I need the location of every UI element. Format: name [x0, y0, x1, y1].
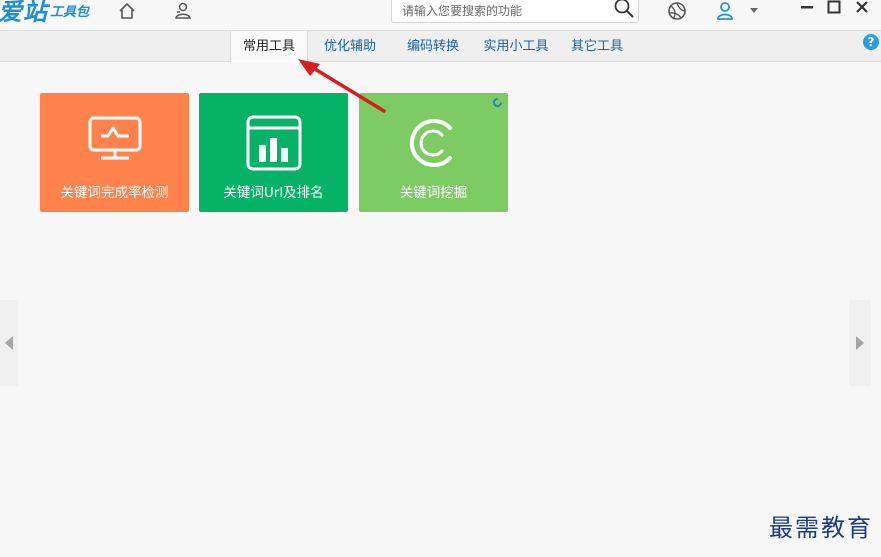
maximize-button[interactable]: [826, 0, 842, 16]
bar-chart-icon: [199, 115, 348, 171]
home-button[interactable]: [116, 0, 138, 22]
skin-button[interactable]: [666, 0, 688, 22]
user-switch-button[interactable]: [172, 0, 194, 22]
tab-utilities[interactable]: 实用小工具: [478, 31, 554, 62]
monitor-icon: [40, 115, 189, 169]
logo-sub-text: 工具包: [50, 5, 90, 20]
title-bar: 360 爱站 工具包: [0, 0, 881, 30]
tab-optimization[interactable]: 优化辅助: [316, 31, 384, 62]
c-logo-icon: [359, 115, 508, 169]
close-button[interactable]: [854, 0, 870, 16]
chevron-down-icon: [750, 8, 758, 13]
home-icon: [119, 3, 135, 19]
tile-keyword-mining[interactable]: 关键词挖掘: [359, 93, 508, 212]
tab-other-tools[interactable]: 其它工具: [564, 31, 630, 62]
search-input[interactable]: [400, 0, 609, 22]
tile-keyword-url-rank[interactable]: 关键词Url及排名: [199, 93, 348, 212]
chevron-left-icon: [5, 336, 13, 350]
user-icon: [717, 2, 733, 20]
tile-label: 关键词挖掘: [399, 185, 468, 201]
prev-page-button[interactable]: [0, 300, 18, 386]
help-icon[interactable]: ?: [863, 34, 879, 50]
minimize-button[interactable]: [799, 0, 815, 16]
maximize-icon: [827, 0, 841, 14]
search-icon[interactable]: [613, 0, 635, 19]
loading-spinner-icon: [493, 98, 502, 107]
tile-label: 关键词完成率检测: [60, 185, 169, 201]
user-switch-icon: [175, 2, 191, 19]
search-box: [391, 0, 639, 23]
tab-bar: 常用工具 优化辅助 编码转换 实用小工具 其它工具 ?: [0, 30, 881, 63]
app-logo: 360 爱站 工具包: [0, 0, 108, 26]
basketball-icon: [668, 2, 686, 20]
tab-encoding[interactable]: 编码转换: [398, 31, 468, 62]
account-button[interactable]: [714, 0, 736, 22]
annotation-arrow: [298, 59, 386, 113]
minimize-icon: [801, 6, 813, 9]
tile-label: 关键词Url及排名: [223, 185, 324, 201]
next-page-button[interactable]: [849, 300, 871, 386]
close-icon: [856, 1, 868, 13]
tile-keyword-completion[interactable]: 关键词完成率检测: [40, 93, 189, 212]
tab-common-tools[interactable]: 常用工具: [230, 31, 308, 63]
account-dropdown[interactable]: [747, 0, 761, 22]
logo-main-text: 爱站: [0, 0, 48, 26]
chevron-right-icon: [856, 336, 864, 350]
watermark-text: 最需教育: [769, 514, 873, 542]
